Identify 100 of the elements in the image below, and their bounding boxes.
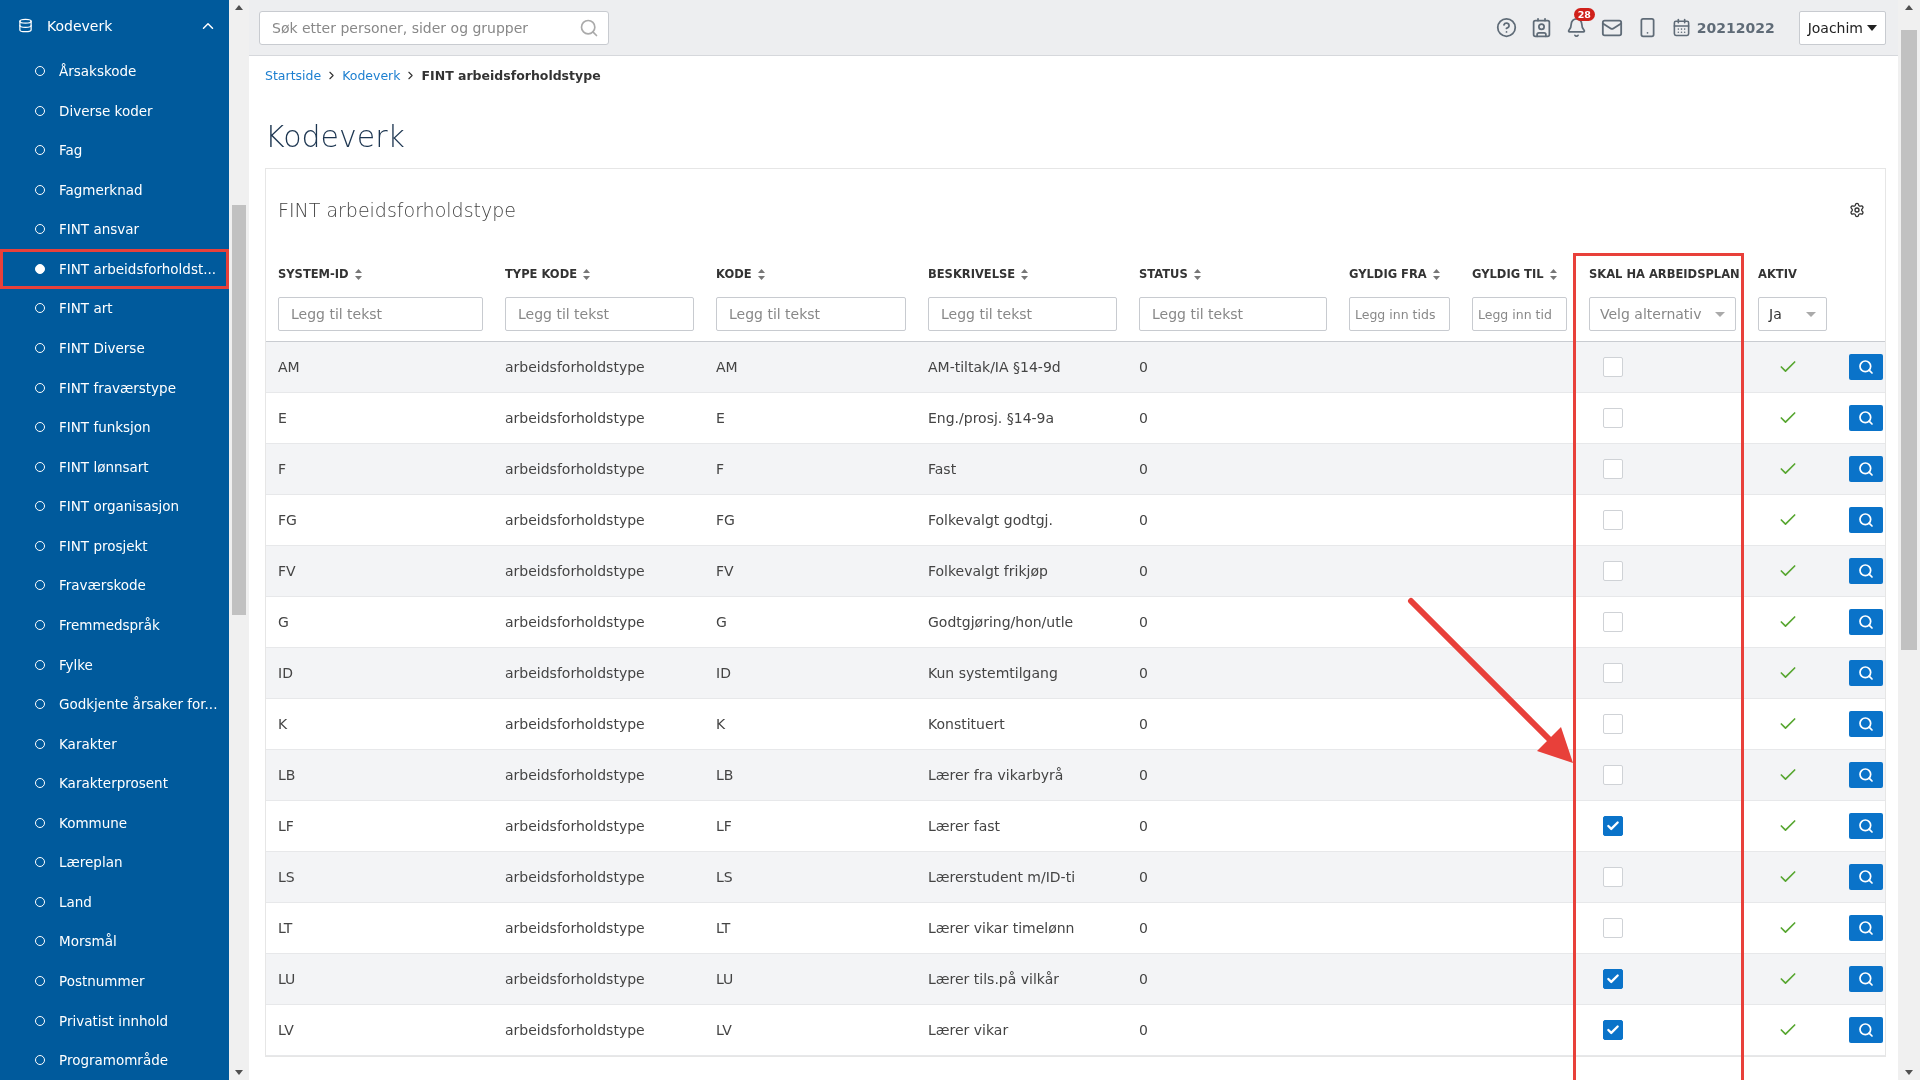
checkbox[interactable]	[1603, 816, 1623, 836]
scroll-up-icon[interactable]	[235, 5, 243, 10]
checkbox[interactable]	[1603, 969, 1623, 989]
search-button[interactable]	[1849, 507, 1883, 533]
sidebar-item[interactable]: Fylke	[0, 644, 229, 685]
sort-icon[interactable]	[1193, 268, 1201, 280]
sort-icon[interactable]	[1432, 268, 1440, 280]
table-cell: K	[716, 716, 726, 732]
search-button[interactable]	[1849, 711, 1883, 737]
calendar-icon[interactable]	[1671, 18, 1691, 37]
sidebar-item[interactable]: FINT organisasjon	[0, 486, 229, 527]
search-button[interactable]	[1849, 966, 1883, 992]
scroll-down-icon[interactable]	[1905, 1070, 1913, 1075]
sidebar-item[interactable]: Kommune	[0, 803, 229, 843]
scroll-down-icon[interactable]	[235, 1070, 243, 1075]
filter-field[interactable]: Legg inn tids	[1349, 297, 1450, 331]
sidebar-item[interactable]: Fremmedspråk	[0, 605, 229, 645]
sort-icon[interactable]	[583, 268, 591, 280]
search-button[interactable]	[1849, 813, 1883, 839]
table-cell: 0	[1139, 767, 1148, 783]
sidebar-item[interactable]: Fag	[0, 130, 229, 170]
sidebar-item[interactable]: FINT arbeidsforholdst...	[0, 249, 229, 289]
sidebar-item[interactable]: Årsakskode	[0, 51, 229, 91]
sidebar-item[interactable]: FINT lønnsart	[0, 446, 229, 487]
search-button[interactable]	[1849, 558, 1883, 584]
bell-icon[interactable]	[1565, 17, 1587, 38]
table-cell: arbeidsforholdstype	[505, 614, 645, 630]
column-header[interactable]: KODE	[716, 267, 752, 281]
caret-icon	[1806, 311, 1816, 317]
sidebar-item[interactable]: Diverse koder	[0, 90, 229, 131]
column-header[interactable]: GYLDIG FRA	[1349, 267, 1427, 281]
breadcrumb-link[interactable]: Startside	[265, 68, 322, 83]
table-cell: arbeidsforholdstype	[505, 1022, 645, 1038]
notification-badge: 28	[1573, 8, 1595, 21]
search-field[interactable]: Søk etter personer, sider og grupper	[259, 10, 609, 45]
sidebar-item[interactable]: Morsmål	[0, 921, 229, 962]
caret-icon	[1715, 311, 1725, 317]
breadcrumb-link[interactable]: Kodeverk	[342, 68, 401, 83]
sort-icon[interactable]	[757, 268, 765, 280]
filter-field[interactable]: Legg til tekst	[928, 297, 1117, 331]
column-header[interactable]: STATUS	[1139, 267, 1188, 281]
filter-field[interactable]: Legg til tekst	[505, 297, 694, 331]
school-year[interactable]: 20212022	[1696, 19, 1775, 36]
help-icon[interactable]	[1495, 17, 1517, 38]
checkbox[interactable]	[1603, 1020, 1623, 1040]
table-cell: Konstituert	[928, 716, 1005, 732]
table-cell: Lærer fast	[928, 818, 1001, 834]
filter-dropdown[interactable]: Velg alternativ	[1589, 297, 1736, 331]
sidebar-item[interactable]: FINT ansvar	[0, 209, 229, 250]
search-button[interactable]	[1849, 915, 1883, 941]
sidebar-item[interactable]: Fagmerknad	[0, 170, 229, 210]
column-header[interactable]: GYLDIG TIL	[1472, 267, 1544, 281]
settings-icon[interactable]	[1849, 202, 1865, 218]
table-cell: arbeidsforholdstype	[505, 563, 645, 579]
sidebar-item[interactable]: FINT fraværstype	[0, 367, 229, 408]
sidebar-header[interactable]: Kodeverk	[0, 0, 229, 52]
column-header[interactable]: TYPE KODE	[505, 267, 578, 281]
scroll-up-icon[interactable]	[1905, 5, 1913, 10]
sidebar-item[interactable]: FINT art	[0, 288, 229, 329]
filter-field[interactable]: Legg til tekst	[278, 297, 483, 331]
table-cell: K	[278, 716, 288, 732]
sidebar-item[interactable]: Postnummer	[0, 961, 229, 1001]
sort-icon[interactable]	[354, 268, 362, 280]
contact-book-icon[interactable]	[1530, 17, 1552, 38]
search-button[interactable]	[1849, 762, 1883, 788]
sidebar-item[interactable]: Karakterprosent	[0, 763, 229, 803]
column-header[interactable]: SYSTEM-ID	[278, 267, 349, 281]
filter-field[interactable]: Legg til tekst	[1139, 297, 1327, 331]
breadcrumb-current: FINT arbeidsforholdstype	[421, 68, 601, 83]
sidebar-item[interactable]: Programområde	[0, 1040, 229, 1080]
table-cell: arbeidsforholdstype	[505, 665, 645, 681]
sidebar-item[interactable]: Fraværskode	[0, 565, 229, 606]
column-header[interactable]: BESKRIVELSE	[928, 267, 1016, 281]
sort-icon[interactable]	[1549, 268, 1557, 280]
search-button[interactable]	[1849, 864, 1883, 890]
filter-field[interactable]: Legg inn tid	[1472, 297, 1567, 331]
search-button[interactable]	[1849, 456, 1883, 482]
search-button[interactable]	[1849, 405, 1883, 431]
filter-field[interactable]: Legg til tekst	[716, 297, 906, 331]
table-cell: Lærer vikar timelønn	[928, 920, 1075, 936]
search-button[interactable]	[1849, 660, 1883, 686]
table-cell: LS	[716, 869, 733, 885]
sidebar-item[interactable]: FINT funksjon	[0, 407, 229, 447]
sidebar-item[interactable]: Privatist innhold	[0, 1000, 229, 1041]
table-cell: 0	[1139, 971, 1148, 987]
sidebar-item[interactable]: FINT prosjekt	[0, 526, 229, 566]
search-button[interactable]	[1849, 354, 1883, 380]
table-cell: 0	[1139, 818, 1148, 834]
sidebar-item[interactable]: Godkjente årsaker for...	[0, 684, 229, 724]
user-menu-button[interactable]: Joachim	[1798, 10, 1886, 45]
search-button[interactable]	[1849, 1017, 1883, 1043]
column-header: AKTIV	[1758, 267, 1797, 281]
sidebar-item[interactable]: Karakter	[0, 723, 229, 764]
sort-icon[interactable]	[1021, 268, 1029, 280]
filter-dropdown[interactable]: Ja	[1758, 297, 1827, 331]
sidebar-item[interactable]: Land	[0, 882, 229, 922]
sidebar-item[interactable]: FINT Diverse	[0, 328, 229, 368]
sidebar-item[interactable]: Læreplan	[0, 842, 229, 883]
search-button[interactable]	[1849, 609, 1883, 635]
table-cell: arbeidsforholdstype	[505, 716, 645, 732]
